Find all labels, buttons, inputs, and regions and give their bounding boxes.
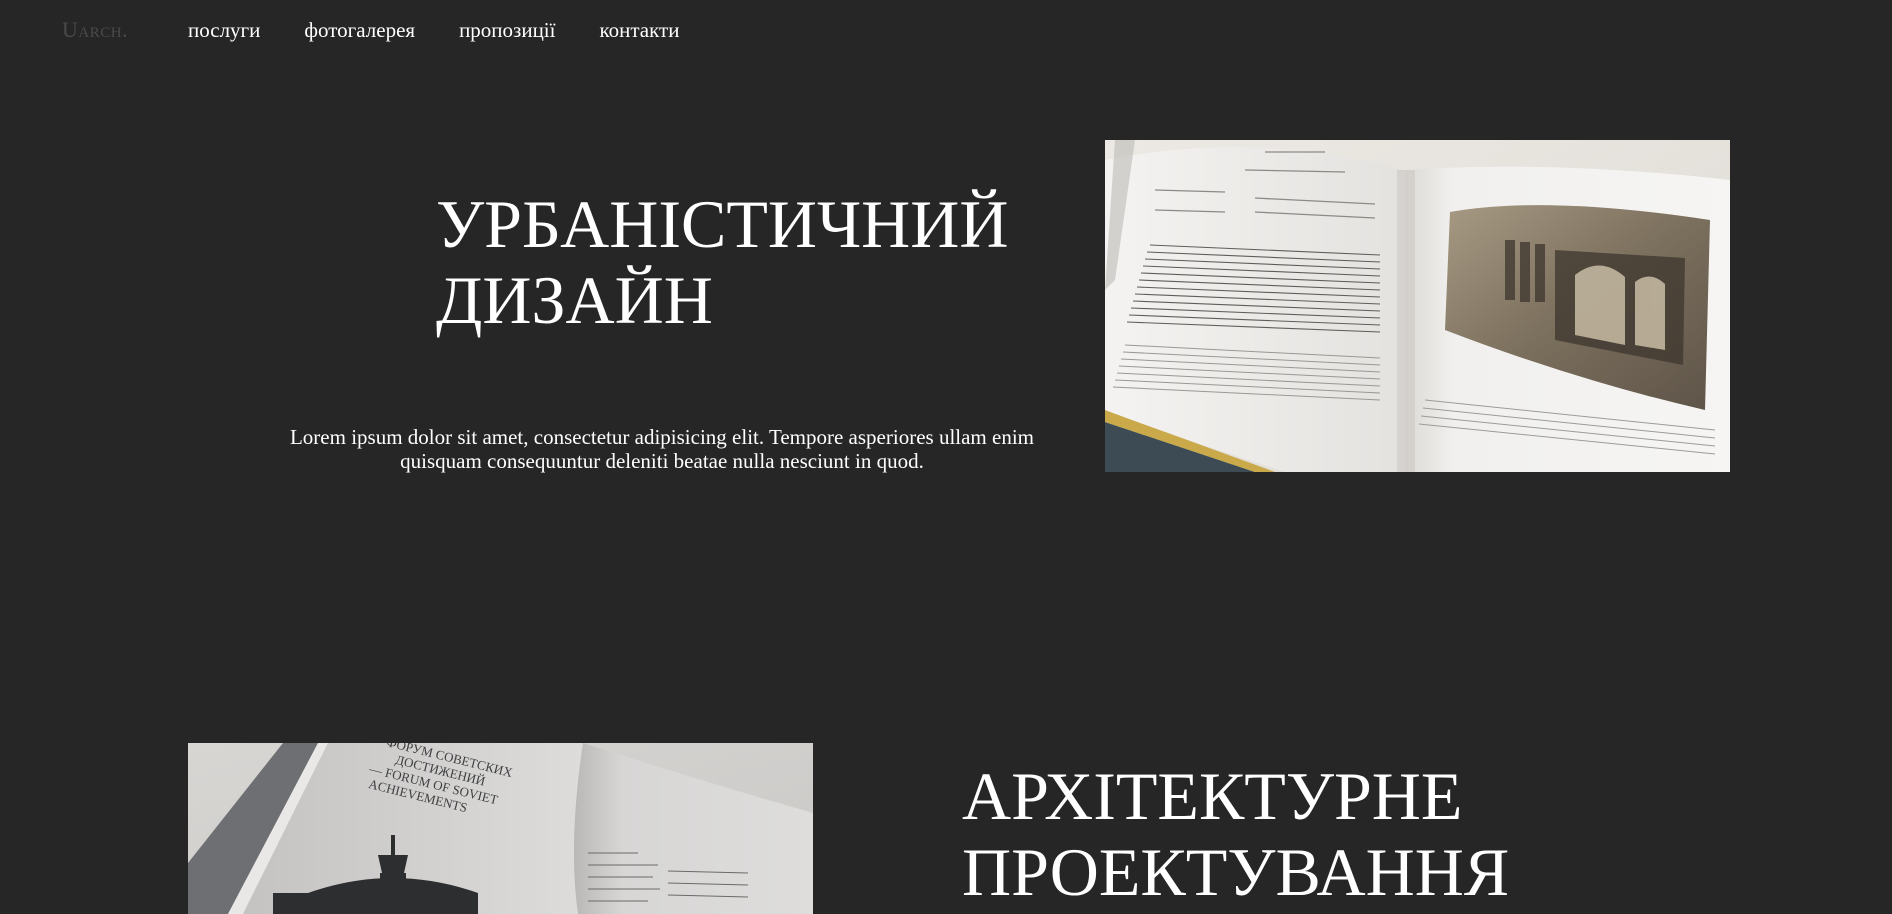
section2-title-line2: ПРОЕКТУВАННЯ bbox=[962, 834, 1510, 910]
open-book-illustration bbox=[1105, 140, 1730, 472]
section2-book-photo: ФОРУМ СОВЕТСКИХ ДОСТИЖЕНИЙ — FORUM OF SO… bbox=[188, 743, 813, 914]
nav-item-services[interactable]: послуги bbox=[188, 18, 260, 43]
section2-title-line1: АРХІТЕКТУРНЕ bbox=[962, 758, 1463, 834]
section2-title: АРХІТЕКТУРНЕ ПРОЕКТУВАННЯ bbox=[962, 758, 1509, 910]
section1-title-line2: ДИЗАЙН bbox=[436, 262, 713, 338]
section1-book-photo bbox=[1105, 140, 1730, 472]
site-header: Uarch. послуги фотогалерея пропозиції ко… bbox=[0, 0, 1892, 62]
section1-description: Lorem ipsum dolor sit amet, consectetur … bbox=[289, 425, 1035, 473]
nav-item-gallery[interactable]: фотогалерея bbox=[304, 18, 415, 43]
section1-title-line1: УРБАНІСТИЧНИЙ bbox=[436, 186, 1009, 262]
section1-title: УРБАНІСТИЧНИЙ ДИЗАЙН bbox=[436, 186, 1009, 338]
nav-item-offers[interactable]: пропозиції bbox=[459, 18, 555, 43]
open-book-illustration-2: ФОРУМ СОВЕТСКИХ ДОСТИЖЕНИЙ — FORUM OF SO… bbox=[188, 743, 813, 914]
nav-item-contacts[interactable]: контакти bbox=[599, 18, 679, 43]
main-nav: послуги фотогалерея пропозиції контакти bbox=[188, 18, 679, 43]
logo[interactable]: Uarch. bbox=[62, 17, 128, 43]
